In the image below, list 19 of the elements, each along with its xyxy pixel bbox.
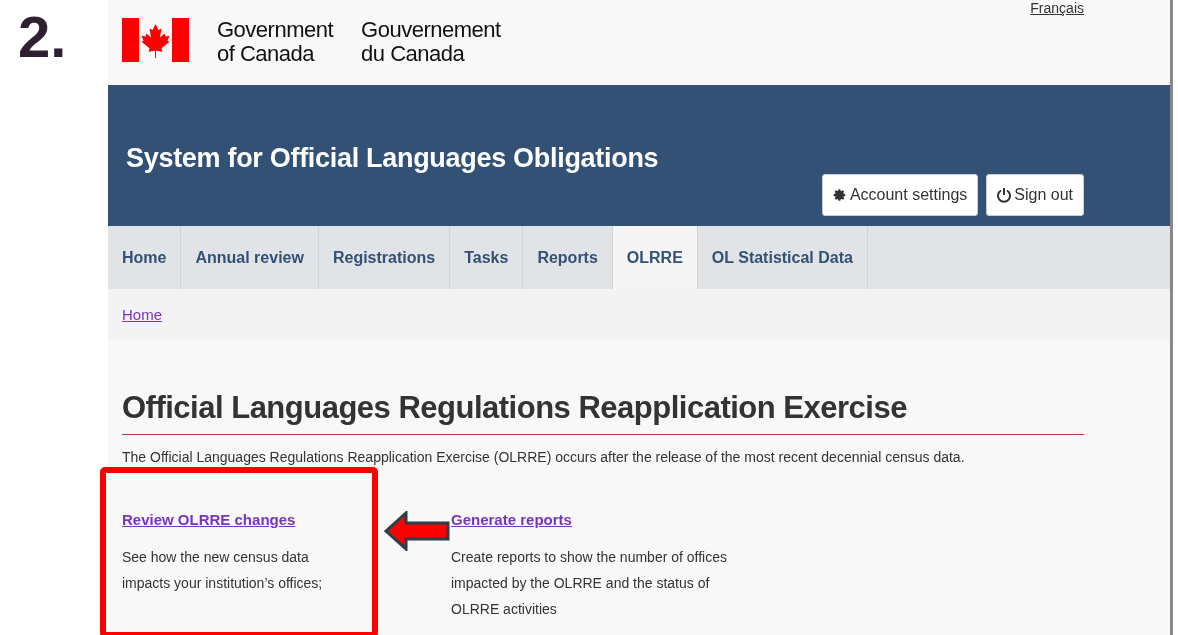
language-link[interactable]: Français (1030, 0, 1084, 16)
intro-text: The Official Languages Regulations Reapplication Exercise (OLRRE) occurs after the release of the most recent decennial census data. (122, 449, 966, 465)
card-description: Create reports to show the number of offices impacted by the OLRRE and the status of OLRRE activities (451, 548, 728, 619)
account-settings-button[interactable]: Account settings (821, 174, 979, 216)
sign-out-button[interactable]: Sign out (986, 174, 1084, 216)
gear-icon (832, 188, 847, 202)
step-number: 2. (18, 4, 67, 69)
card-link[interactable]: Generate reports (451, 511, 751, 528)
nav-tab[interactable]: OLRRE (612, 226, 698, 289)
app-title: System for Official Languages Obligations (126, 143, 660, 174)
card-description: See how the new census data impacts your institution’s offices; (122, 548, 324, 593)
card-link[interactable]: Review OLRRE changes (122, 511, 358, 528)
power-icon (997, 187, 1012, 203)
canada-flag-icon (122, 18, 189, 62)
arrow-drawing (384, 511, 450, 551)
page-heading: Official Languages Regulations Reapplication Exercise (122, 390, 1084, 435)
signature-french: Gouvernement du Canada (361, 18, 501, 67)
breadcrumb-link[interactable]: Home (122, 306, 162, 323)
signature-english: Government of Canada (217, 18, 334, 67)
